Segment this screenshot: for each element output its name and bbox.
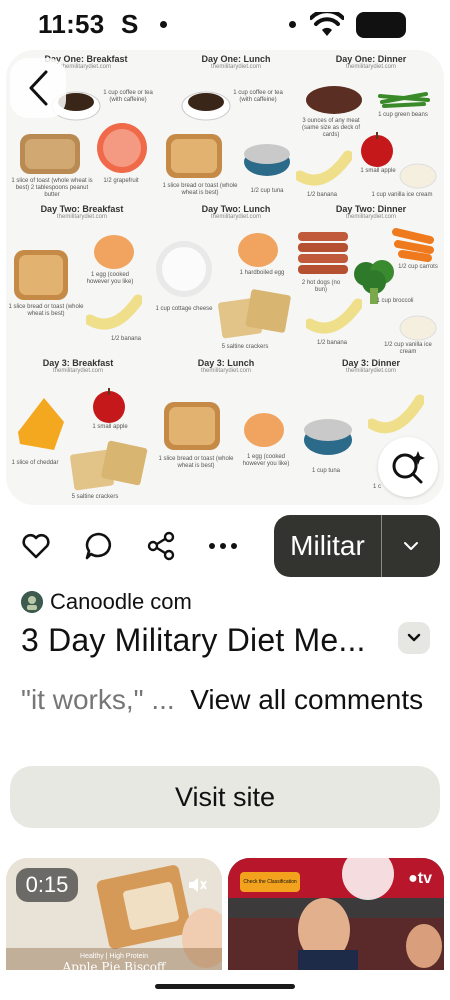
section-title: Day Two: Dinner themilitarydiet.com <box>335 204 407 220</box>
avatar-image <box>21 591 43 613</box>
ice-cream-image <box>399 163 437 189</box>
comment-preview[interactable]: "it works," ... View all comments <box>21 680 431 720</box>
related-pin-video[interactable]: 0:15 Healthy | High Protein Apple Pie Bi… <box>6 858 222 970</box>
wifi-icon <box>310 12 344 36</box>
food-caption: 1 cup broccoli <box>376 298 414 304</box>
egg-image <box>94 235 134 269</box>
food-caption: 1/2 cup tuna <box>250 188 284 194</box>
carrots-image <box>392 228 434 262</box>
food-caption: 2 hot dogs (no bun) <box>301 280 341 294</box>
mute-icon[interactable] <box>186 874 208 896</box>
battery-icon <box>356 12 406 38</box>
apple-logo-icon: ● <box>408 870 418 887</box>
steak-image <box>306 86 362 114</box>
food-caption: 5 saltine crackers <box>221 344 269 350</box>
expand-title-button[interactable] <box>398 622 430 654</box>
section-title: Day Two: Lunch themilitarydiet.com <box>201 204 271 220</box>
grapefruit-image <box>97 123 147 173</box>
banana-image <box>368 394 424 434</box>
visual-search-button[interactable] <box>378 437 438 497</box>
view-all-comments-link[interactable]: View all comments <box>190 684 423 715</box>
status-dot-icon <box>160 21 167 28</box>
hot-dogs-image <box>298 232 348 274</box>
status-bar: 11:53 S <box>0 0 450 50</box>
food-caption: 1 slice of toast (whole wheat is best) 2… <box>11 178 93 199</box>
tuna-can-image <box>304 419 352 455</box>
toast-image <box>166 134 222 178</box>
thumbnail-title: Apple Pie Biscoff <box>62 960 166 970</box>
status-indicator: S <box>121 9 139 39</box>
food-caption: 1 slice of cheddar <box>11 460 59 466</box>
food-caption: 1 cup cottage cheese <box>155 306 213 312</box>
toast-image <box>164 402 220 450</box>
green-beans-image <box>378 92 430 108</box>
food-caption: 1 hardboiled egg <box>239 270 285 276</box>
pin-title: 3 Day Military Diet Me... <box>21 622 366 658</box>
more-icon[interactable] <box>207 530 239 562</box>
food-caption: 1 cup coffee or tea (with caffeine) <box>103 90 153 104</box>
visit-site-button[interactable]: Visit site <box>10 766 440 828</box>
comment-quote: "it works," ... <box>21 684 175 715</box>
food-caption: 1 slice bread or toast (whole wheat is b… <box>8 304 84 318</box>
section-title: Day 3: Dinner themilitarydiet.com <box>341 358 401 374</box>
food-caption: 1/2 banana <box>316 340 348 346</box>
section-title: Day 3: Lunch themilitarydiet.com <box>197 358 255 374</box>
food-caption: 1 small apple <box>360 168 396 174</box>
banana-image <box>296 150 352 186</box>
source-name[interactable]: Canoodle com <box>50 589 192 615</box>
food-caption: 1/2 cup carrots <box>398 264 438 270</box>
food-caption: 1 cup vanilla ice cream <box>371 192 433 198</box>
thumbnail-badge: Check the Classification <box>240 872 300 892</box>
food-caption: 1 egg (cooked however you like) <box>86 272 134 286</box>
section-title: Day Two: Breakfast themilitarydiet.com <box>40 204 124 220</box>
clock: 11:53 <box>38 9 105 39</box>
section-title: Day One: Dinner themilitarydiet.com <box>335 54 407 70</box>
food-caption: 1 egg (cooked however you like) <box>242 454 290 468</box>
chevron-left-icon <box>29 70 48 106</box>
status-dot-icon <box>289 21 296 28</box>
toast-image <box>20 134 80 174</box>
banana-image <box>86 294 142 330</box>
food-caption: 1 slice bread or toast (whole wheat is b… <box>162 183 238 197</box>
food-caption: 1/2 grapefruit <box>103 178 139 184</box>
food-caption: 1 slice bread or toast (whole wheat is b… <box>158 456 234 470</box>
video-duration-badge: 0:15 <box>16 868 78 902</box>
cheese-image <box>18 398 64 450</box>
toast-image <box>14 250 68 300</box>
back-button[interactable] <box>10 58 66 118</box>
food-caption: 1 cup green beans <box>378 112 428 118</box>
food-caption: 3 ounces of any meat (same size as deck … <box>301 118 361 139</box>
section-title: Day One: Lunch themilitarydiet.com <box>201 54 271 70</box>
source-avatar[interactable] <box>21 591 43 613</box>
ice-cream-image <box>399 315 437 341</box>
crackers-image <box>218 289 291 339</box>
egg-image <box>238 233 278 267</box>
board-save-button[interactable]: Militar <box>274 515 440 577</box>
tuna-can-image <box>244 144 290 176</box>
chevron-down-icon <box>407 633 421 642</box>
heart-icon[interactable] <box>20 530 52 562</box>
food-caption: 1 cup tuna <box>311 468 341 474</box>
crackers-image <box>70 440 148 491</box>
thumbnail-subtitle: Healthy | High Protein <box>80 953 148 960</box>
share-icon[interactable] <box>145 530 177 562</box>
board-name-label: Militar <box>290 530 365 561</box>
food-caption: 5 saltine crackers <box>71 494 119 500</box>
egg-image <box>244 413 284 447</box>
food-caption: 1 small apple <box>92 424 128 430</box>
chevron-down-icon[interactable] <box>382 515 440 577</box>
food-caption: 1/2 banana <box>306 192 338 198</box>
cottage-cheese-image <box>156 241 212 297</box>
apple-tv-logo: ●tv <box>408 870 432 887</box>
lens-sparkle-icon <box>392 451 425 484</box>
section-title: Day 3: Breakfast themilitarydiet.com <box>42 358 114 374</box>
related-pin-video[interactable]: Check the Classification ●tv <box>228 858 444 970</box>
home-indicator <box>155 984 295 989</box>
food-caption: 1/2 cup vanilla ice cream <box>384 342 432 356</box>
apple-image <box>93 388 125 423</box>
apple-image <box>361 132 393 167</box>
food-caption: 1/2 banana <box>110 336 142 342</box>
comment-icon[interactable] <box>83 530 115 562</box>
food-caption: 1 cup coffee or tea (with caffeine) <box>233 90 283 104</box>
